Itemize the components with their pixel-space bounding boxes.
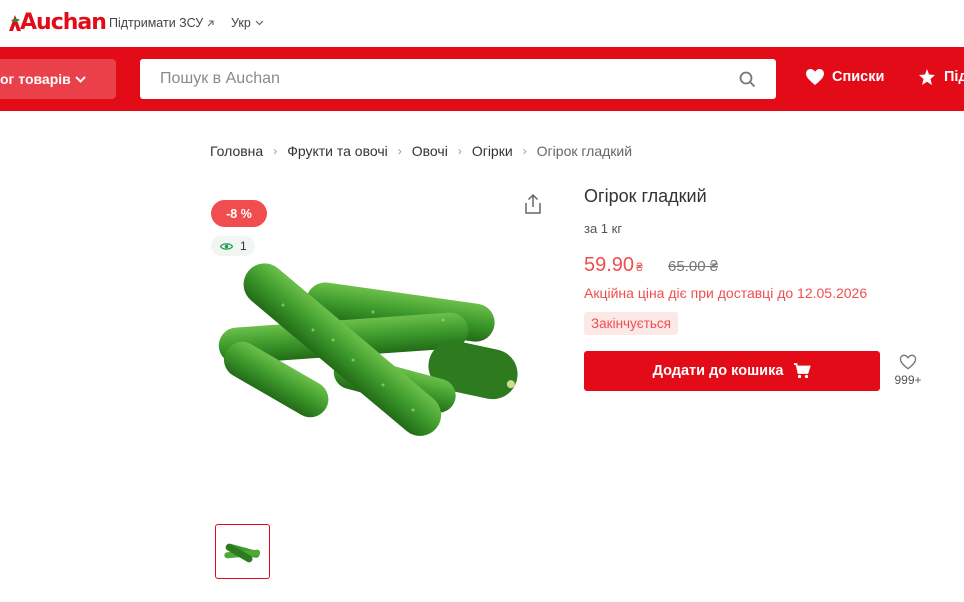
share-icon[interactable] (523, 193, 543, 215)
logo-text: Auchan (20, 10, 107, 35)
support-link-label: Підтримати ЗСУ (109, 16, 204, 30)
discount-badge: -8 % (211, 200, 267, 227)
heart-outline-icon (899, 354, 917, 370)
add-to-cart-button[interactable]: Додати до кошика (584, 351, 880, 391)
price-currency: ₴ (636, 260, 643, 274)
heart-icon (806, 69, 824, 85)
main-navbar: ог товарів Списки Під (0, 47, 964, 111)
more-label: Під (944, 69, 964, 85)
add-to-cart-label: Додати до кошика (652, 363, 784, 379)
search-icon[interactable] (739, 71, 756, 88)
search-bar (140, 59, 776, 99)
chevron-right-icon: › (457, 144, 462, 158)
product-thumbnail[interactable] (215, 524, 270, 579)
catalog-label: ог товарів (0, 71, 71, 87)
product-image[interactable] (213, 250, 533, 450)
star-icon (919, 69, 935, 85)
language-label: Укр (231, 16, 251, 30)
chevron-right-icon: › (273, 144, 278, 158)
breadcrumb: Головна › Фрукти та овочі › Овочі › Огір… (210, 143, 632, 159)
chevron-right-icon: › (397, 144, 402, 158)
lists-button[interactable]: Списки (805, 68, 884, 86)
product-price: 59.90 ₴ (584, 254, 643, 277)
breadcrumb-item-home[interactable]: Головна (210, 143, 263, 159)
external-link-icon (207, 19, 214, 26)
promo-note: Акційна ціна діє при доставці до 12.05.2… (584, 285, 868, 301)
breadcrumb-item-vegetables[interactable]: Овочі (412, 143, 448, 159)
breadcrumb-item-current: Огірок гладкий (536, 143, 633, 159)
more-button[interactable]: Під (918, 68, 964, 86)
language-selector[interactable]: Укр (231, 16, 264, 30)
chevron-down-icon (255, 20, 264, 26)
catalog-button[interactable]: ог товарів (0, 59, 116, 99)
bird-logo-icon (9, 14, 21, 31)
thumbnail-image (224, 543, 261, 563)
add-to-favorites[interactable]: 999+ (892, 354, 924, 387)
old-price: 65.00 ₴ (668, 258, 719, 275)
breadcrumb-item-fruits-vegetables[interactable]: Фрукти та овочі (287, 143, 388, 159)
lists-label: Списки (832, 69, 885, 85)
top-bar: Auchan Підтримати ЗСУ Укр (0, 0, 964, 47)
chevron-down-icon (75, 75, 86, 83)
auchan-logo[interactable]: Auchan (8, 10, 107, 35)
support-link[interactable]: Підтримати ЗСУ (109, 16, 215, 30)
chevron-right-icon: › (522, 144, 527, 158)
breadcrumb-item-cucumbers[interactable]: Огірки (472, 143, 513, 159)
price-value: 59.90 (584, 254, 635, 276)
stock-status-badge: Закінчується (584, 312, 678, 335)
cart-icon (794, 363, 812, 379)
search-input[interactable] (160, 70, 739, 88)
product-title: Огірок гладкий (584, 186, 707, 206)
product-unit: за 1 кг (584, 221, 623, 236)
favorites-count: 999+ (894, 373, 922, 387)
